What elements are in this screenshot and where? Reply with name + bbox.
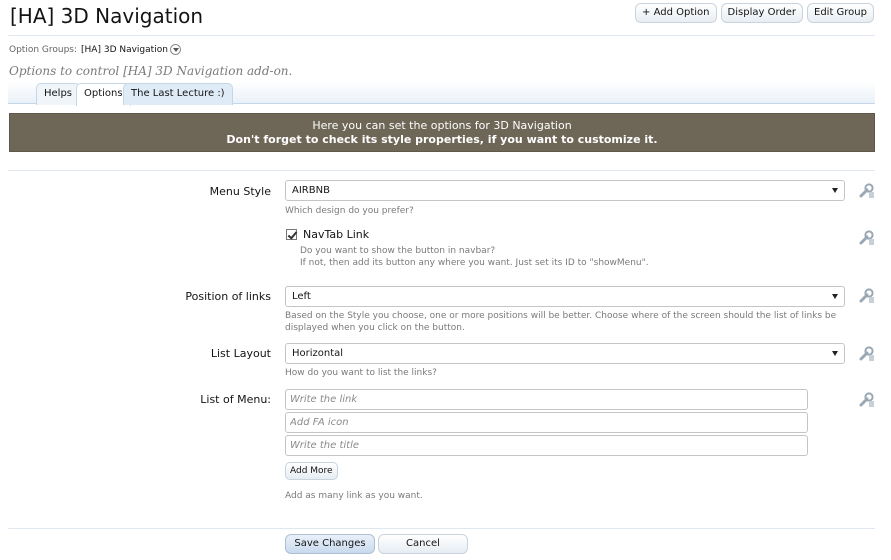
add-more-button[interactable]: Add More bbox=[285, 462, 338, 480]
position-of-links-hint-line-2: displayed when you click on the button. bbox=[285, 323, 465, 333]
tab-the-last-lecture[interactable]: The Last Lecture :) bbox=[123, 83, 233, 105]
chevron-down-icon bbox=[832, 351, 838, 356]
position-of-links-hint: Based on the Style you choose, one or mo… bbox=[285, 310, 836, 334]
list-layout-label: List Layout bbox=[210, 347, 271, 360]
list-of-menu-label: List of Menu: bbox=[200, 393, 271, 406]
navtab-link-option[interactable]: NavTab Link bbox=[286, 228, 369, 241]
tab-bar: Helps Options The Last Lecture :) bbox=[8, 82, 875, 106]
edit-group-button[interactable]: Edit Group bbox=[807, 3, 874, 23]
wrench-icon[interactable] bbox=[857, 287, 875, 305]
menu-style-select[interactable]: AIRBNB bbox=[285, 180, 845, 201]
header-actions: + Add Option Display Order Edit Group bbox=[635, 3, 874, 23]
position-of-links-label: Position of links bbox=[185, 290, 271, 303]
group-description: Options to control [HA] 3D Navigation ad… bbox=[9, 64, 293, 78]
save-changes-button[interactable]: Save Changes bbox=[285, 534, 375, 554]
cancel-button[interactable]: Cancel bbox=[378, 534, 468, 554]
notice-banner: Here you can set the options for 3D Navi… bbox=[9, 113, 875, 152]
title-divider bbox=[8, 35, 875, 36]
wrench-icon[interactable] bbox=[857, 345, 875, 363]
menu-icon-input[interactable] bbox=[285, 412, 808, 433]
page-title: [HA] 3D Navigation bbox=[10, 4, 204, 28]
navtab-link-hint-line-1: Do you want to show the button in navbar… bbox=[300, 246, 496, 256]
menu-title-input[interactable] bbox=[285, 435, 808, 456]
list-layout-value: Horizontal bbox=[292, 348, 344, 359]
wrench-icon[interactable] bbox=[857, 391, 875, 409]
chevron-down-icon[interactable] bbox=[169, 44, 181, 55]
wrench-icon[interactable] bbox=[857, 229, 875, 247]
menu-style-label: Menu Style bbox=[209, 185, 271, 198]
navtab-link-hint-line-2: If not, then add its button any where yo… bbox=[300, 258, 649, 268]
position-of-links-value: Left bbox=[292, 291, 311, 302]
menu-style-hint: Which design do you prefer? bbox=[285, 206, 414, 216]
navtab-link-label[interactable]: NavTab Link bbox=[303, 228, 369, 241]
list-layout-hint: How do you want to list the links? bbox=[285, 368, 437, 378]
add-option-button[interactable]: + Add Option bbox=[635, 3, 717, 23]
chevron-down-icon bbox=[832, 294, 838, 299]
section-divider bbox=[8, 170, 875, 171]
navtab-link-hint: Do you want to show the button in navbar… bbox=[300, 245, 649, 269]
notice-line-2: Don't forget to check its style properti… bbox=[226, 133, 658, 146]
display-order-button[interactable]: Display Order bbox=[720, 3, 803, 23]
breadcrumb-label: Option Groups: bbox=[9, 44, 78, 55]
list-layout-select[interactable]: Horizontal bbox=[285, 343, 845, 364]
chevron-down-icon bbox=[832, 188, 838, 193]
breadcrumb: Option Groups: [HA] 3D Navigation bbox=[9, 44, 181, 55]
tab-helps[interactable]: Helps bbox=[36, 83, 81, 105]
position-of-links-select[interactable]: Left bbox=[285, 286, 845, 307]
list-of-menu-hint: Add as many link as you want. bbox=[285, 491, 423, 501]
menu-style-value: AIRBNB bbox=[292, 185, 330, 196]
notice-line-1: Here you can set the options for 3D Navi… bbox=[312, 119, 572, 132]
position-of-links-hint-line-1: Based on the Style you choose, one or mo… bbox=[285, 311, 837, 321]
menu-link-input[interactable] bbox=[285, 389, 808, 410]
navtab-link-checkbox[interactable] bbox=[286, 229, 297, 240]
footer-divider bbox=[8, 528, 875, 529]
breadcrumb-value[interactable]: [HA] 3D Navigation bbox=[81, 45, 168, 55]
wrench-icon[interactable] bbox=[857, 182, 875, 200]
